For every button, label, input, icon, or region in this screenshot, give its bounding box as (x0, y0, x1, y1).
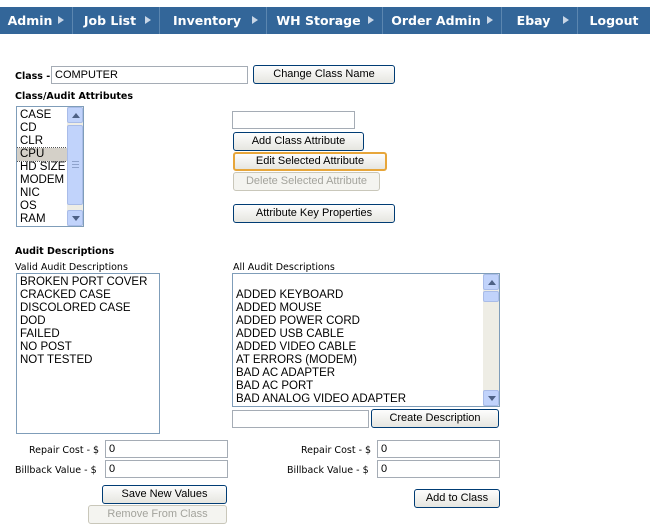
nav-ebay-label: Ebay (516, 13, 551, 28)
scroll-up-icon[interactable] (483, 274, 499, 290)
edit-selected-attribute-button[interactable]: Edit Selected Attribute (233, 152, 387, 171)
valid-audit-item[interactable]: NOT TESTED (17, 354, 159, 367)
add-to-class-button[interactable]: Add to Class (414, 489, 500, 508)
right-billback-label: Billback Value - $ (287, 465, 369, 476)
all-audit-item[interactable]: ADDED USB CABLE (233, 328, 499, 341)
nav-order-admin[interactable]: Order Admin (383, 7, 502, 34)
all-audit-item[interactable]: BAD ANALOG VIDEO ADAPTER (233, 393, 499, 406)
valid-audit-label: Valid Audit Descriptions (15, 262, 128, 273)
all-audit-label: All Audit Descriptions (233, 262, 335, 273)
right-repair-cost-input[interactable]: 0 (377, 440, 500, 458)
attribute-scrollbar[interactable] (67, 107, 83, 226)
valid-audit-item[interactable]: FAILED (17, 328, 159, 341)
scroll-thumb[interactable] (483, 291, 499, 302)
nav-inventory-label: Inventory (173, 13, 241, 28)
valid-audit-item[interactable]: BROKEN PORT COVER (17, 276, 159, 289)
all-audit-scrollbar[interactable] (483, 274, 499, 406)
change-class-name-button[interactable]: Change Class Name (253, 65, 395, 84)
nav-job-list[interactable]: Job List (73, 7, 160, 34)
left-billback-label: Billback Value - $ (15, 465, 97, 476)
class-name-input[interactable]: COMPUTER (51, 66, 248, 84)
all-audit-item[interactable]: BAD AC PORT (233, 380, 499, 393)
valid-audit-item[interactable]: DOD (17, 315, 159, 328)
nav-arrow-icon (368, 16, 374, 24)
nav-arrow-icon (58, 16, 64, 24)
all-audit-list: ADDED KEYBOARD ADDED MOUSE ADDED POWER C… (233, 274, 499, 406)
valid-audit-item[interactable]: CRACKED CASE (17, 289, 159, 302)
all-audit-item[interactable] (233, 276, 499, 289)
nav-logout-label: Logout (589, 13, 639, 28)
nav-arrow-icon (252, 16, 258, 24)
all-audit-item[interactable]: AT ERRORS (MODEM) (233, 354, 499, 367)
new-attribute-input[interactable] (232, 111, 355, 129)
nav-wh-storage[interactable]: WH Storage (267, 7, 383, 34)
create-description-button[interactable]: Create Description (371, 409, 499, 428)
nav-logout[interactable]: Logout (578, 7, 650, 34)
save-new-values-button[interactable]: Save New Values (102, 485, 227, 504)
class-label: Class - (15, 71, 51, 82)
all-audit-item[interactable]: ADDED POWER CORD (233, 315, 499, 328)
attribute-listbox[interactable]: CASE CD CLR CPU HD SIZE MODEM NIC OS RAM (16, 106, 84, 227)
audit-heading: Audit Descriptions (15, 246, 115, 257)
valid-audit-item[interactable]: NO POST (17, 341, 159, 354)
valid-audit-list: BROKEN PORT COVER CRACKED CASE DISCOLORE… (17, 274, 159, 367)
left-billback-input[interactable]: 0 (105, 460, 228, 478)
scroll-thumb[interactable] (67, 125, 83, 205)
nav-job-list-label: Job List (83, 13, 137, 28)
nav-ebay[interactable]: Ebay (502, 7, 578, 34)
nav-wh-storage-label: WH Storage (276, 13, 361, 28)
all-audit-item[interactable]: ADDED VIDEO CABLE (233, 341, 499, 354)
nav-arrow-icon (487, 16, 493, 24)
scroll-down-icon[interactable] (67, 210, 83, 226)
scroll-down-icon[interactable] (483, 390, 499, 406)
nav-inventory[interactable]: Inventory (160, 7, 267, 34)
main-navbar: Admin Job List Inventory WH Storage Orde… (0, 7, 650, 34)
all-audit-listbox[interactable]: ADDED KEYBOARD ADDED MOUSE ADDED POWER C… (232, 273, 500, 407)
attributes-heading: Class/Audit Attributes (15, 91, 134, 102)
nav-order-admin-label: Order Admin (391, 13, 481, 28)
attribute-key-properties-button[interactable]: Attribute Key Properties (233, 204, 395, 223)
valid-audit-listbox[interactable]: BROKEN PORT COVER CRACKED CASE DISCOLORE… (16, 273, 160, 434)
delete-selected-attribute-button[interactable]: Delete Selected Attribute (233, 172, 380, 191)
scroll-up-icon[interactable] (67, 107, 83, 123)
right-billback-input[interactable]: 0 (377, 460, 500, 478)
nav-arrow-icon (145, 16, 151, 24)
add-class-attribute-button[interactable]: Add Class Attribute (233, 132, 364, 151)
all-audit-item[interactable]: BAD AC ADAPTER (233, 367, 499, 380)
remove-from-class-button[interactable]: Remove From Class (88, 505, 227, 524)
valid-audit-item[interactable]: DISCOLORED CASE (17, 302, 159, 315)
nav-arrow-icon (563, 16, 569, 24)
right-repair-cost-label: Repair Cost - $ (301, 445, 372, 456)
nav-admin-label: Admin (7, 13, 53, 28)
left-repair-cost-label: Repair Cost - $ (29, 445, 100, 456)
all-audit-item[interactable]: ADDED MOUSE (233, 302, 499, 315)
left-repair-cost-input[interactable]: 0 (105, 440, 228, 458)
all-audit-item[interactable]: ADDED KEYBOARD (233, 289, 499, 302)
new-description-input[interactable] (232, 410, 369, 428)
nav-admin[interactable]: Admin (0, 7, 73, 34)
